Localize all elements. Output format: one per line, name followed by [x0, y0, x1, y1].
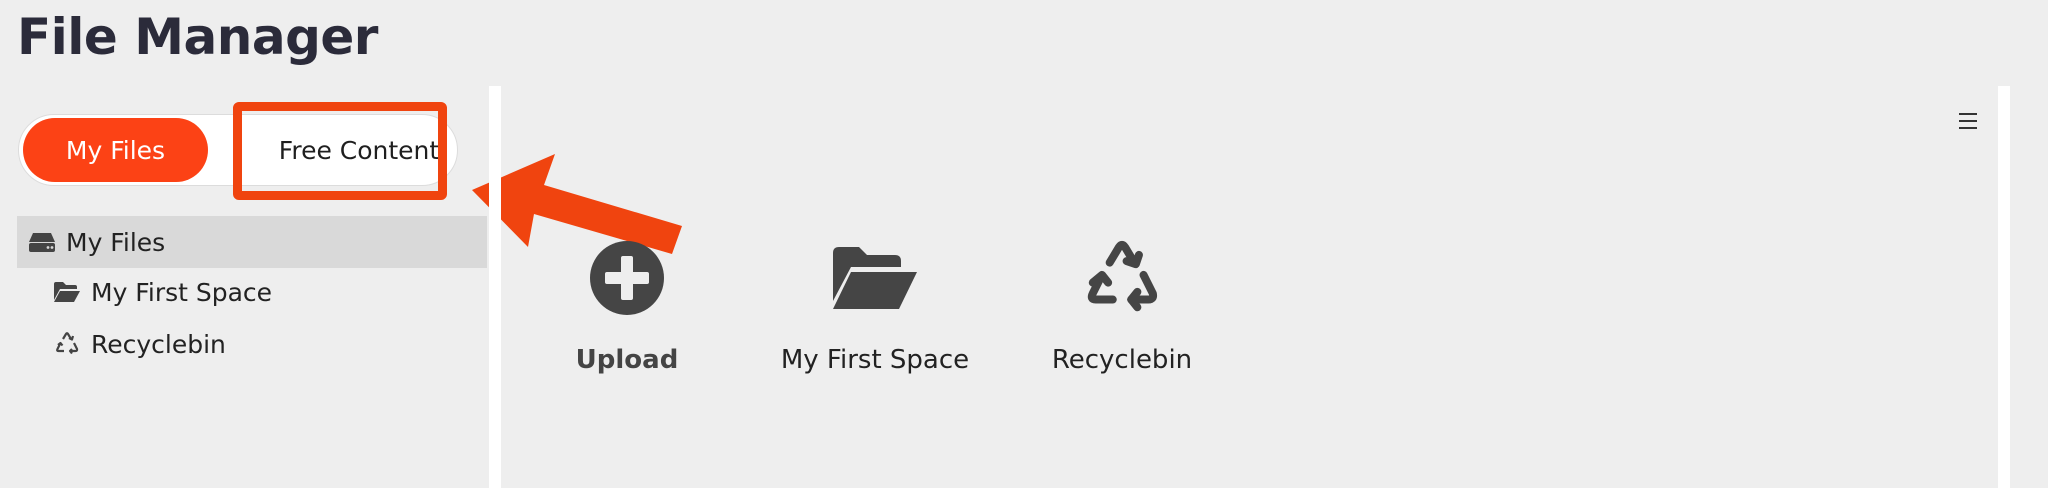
scrollbar[interactable] — [1998, 86, 2010, 488]
free-content-tab[interactable]: Free Content — [247, 115, 471, 185]
tile-label: My First Space — [780, 345, 970, 375]
tree-item-my-files[interactable]: My Files — [17, 216, 487, 268]
tree-item-label: Recyclebin — [91, 329, 226, 359]
my-files-tab[interactable]: My Files — [23, 118, 208, 182]
page-title: File Manager — [17, 8, 378, 66]
recycle-icon — [52, 329, 82, 359]
folder-open-icon — [833, 246, 917, 309]
recycle-icon — [1087, 240, 1158, 311]
tree-item-label: My Files — [66, 227, 166, 257]
content-toggle: My Files Free Content — [18, 114, 458, 186]
recyclebin-tile[interactable]: Recyclebin — [1007, 235, 1237, 385]
my-first-space-tile[interactable]: My First Space — [760, 235, 990, 385]
plus-circle-icon — [590, 240, 664, 315]
tile-label: Upload — [575, 345, 679, 375]
tree-item-label: My First Space — [91, 277, 273, 307]
tree-item-my-first-space[interactable]: My First Space — [52, 266, 272, 318]
upload-tile[interactable]: Upload — [512, 235, 742, 385]
tile-label: Recyclebin — [1051, 345, 1193, 375]
drive-icon — [27, 227, 57, 257]
tree-item-recyclebin[interactable]: Recyclebin — [52, 318, 226, 370]
hamburger-icon[interactable] — [1955, 108, 1981, 134]
panel-divider[interactable] — [489, 86, 501, 488]
file-manager-screen: File Manager My Files Free Content My Fi… — [0, 0, 2048, 488]
folder-open-icon — [52, 277, 82, 307]
